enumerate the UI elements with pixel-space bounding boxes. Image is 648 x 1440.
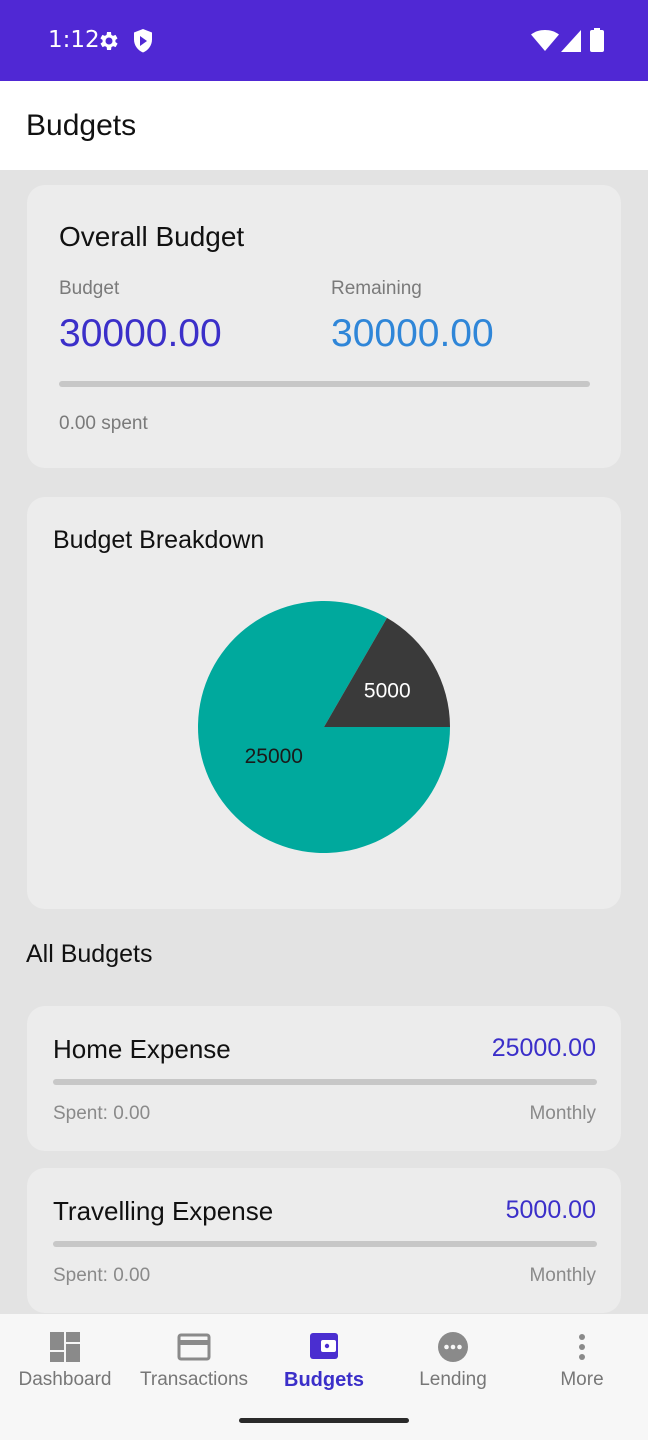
- nav-label: Transactions: [139, 1369, 249, 1390]
- nav-item-lending[interactable]: Lending: [388, 1314, 518, 1414]
- overall-spent-text: 0.00 spent: [59, 413, 148, 434]
- app-bar: Budgets: [0, 81, 648, 170]
- budget-item-home-expense[interactable]: Home Expense 25000.00 Spent: 0.00 Monthl…: [27, 1006, 621, 1151]
- budget-item-spent: Spent: 0.00: [53, 1265, 151, 1286]
- pie-chart[interactable]: 25000 5000: [27, 497, 621, 909]
- remaining-value: 30000.00: [331, 312, 494, 355]
- budget-item-travelling-expense[interactable]: Travelling Expense 5000.00 Spent: 0.00 M…: [27, 1168, 621, 1313]
- battery-icon: [590, 28, 604, 52]
- budget-item-amount: 5000.00: [505, 1196, 596, 1224]
- all-budgets-title: All Budgets: [26, 940, 153, 968]
- budget-item-progress-bar: [53, 1079, 597, 1085]
- nav-item-transactions[interactable]: Transactions: [129, 1314, 259, 1414]
- nav-label: More: [560, 1369, 604, 1390]
- gear-icon: [100, 32, 118, 50]
- signal-icon: [561, 30, 581, 52]
- overall-budget-card[interactable]: Overall Budget Budget Remaining 30000.00…: [27, 185, 621, 468]
- pie-label-1: 5000: [364, 679, 411, 702]
- dashboard-icon: [50, 1332, 80, 1362]
- budget-item-amount: 25000.00: [491, 1034, 596, 1062]
- status-bar: 1:12: [0, 0, 648, 81]
- budget-breakdown-card: 25000 5000 Budget Breakdown: [27, 497, 621, 909]
- status-time: 1:12: [48, 27, 100, 53]
- dots-circle-icon: [438, 1332, 468, 1362]
- home-indicator: [239, 1418, 409, 1423]
- remaining-label: Remaining: [331, 278, 422, 299]
- budget-label: Budget: [59, 278, 120, 299]
- nav-label: Dashboard: [18, 1369, 112, 1390]
- wallet-icon: [310, 1333, 338, 1359]
- overall-progress-bar: [59, 381, 590, 387]
- budget-item-name: Travelling Expense: [53, 1196, 274, 1226]
- page-title: Budgets: [26, 109, 137, 142]
- pie-label-0: 25000: [245, 745, 303, 768]
- wifi-icon: [531, 30, 559, 51]
- nav-item-more[interactable]: More: [517, 1314, 647, 1414]
- budget-value: 30000.00: [59, 312, 222, 355]
- more-vert-icon: [579, 1334, 585, 1360]
- budget-item-period: Monthly: [529, 1103, 596, 1124]
- budget-item-period: Monthly: [529, 1265, 596, 1286]
- budget-item-progress-bar: [53, 1241, 597, 1247]
- nav-item-dashboard[interactable]: Dashboard: [0, 1314, 130, 1414]
- card-icon: [177, 1333, 211, 1361]
- overall-budget-title: Overall Budget: [59, 221, 245, 252]
- budget-item-spent: Spent: 0.00: [53, 1103, 151, 1124]
- breakdown-title: Budget Breakdown: [53, 526, 265, 554]
- nav-label: Lending: [419, 1369, 487, 1390]
- shield-icon: [134, 29, 152, 53]
- nav-item-budgets[interactable]: Budgets: [259, 1314, 389, 1414]
- nav-label: Budgets: [284, 1369, 364, 1391]
- budget-item-name: Home Expense: [53, 1034, 231, 1064]
